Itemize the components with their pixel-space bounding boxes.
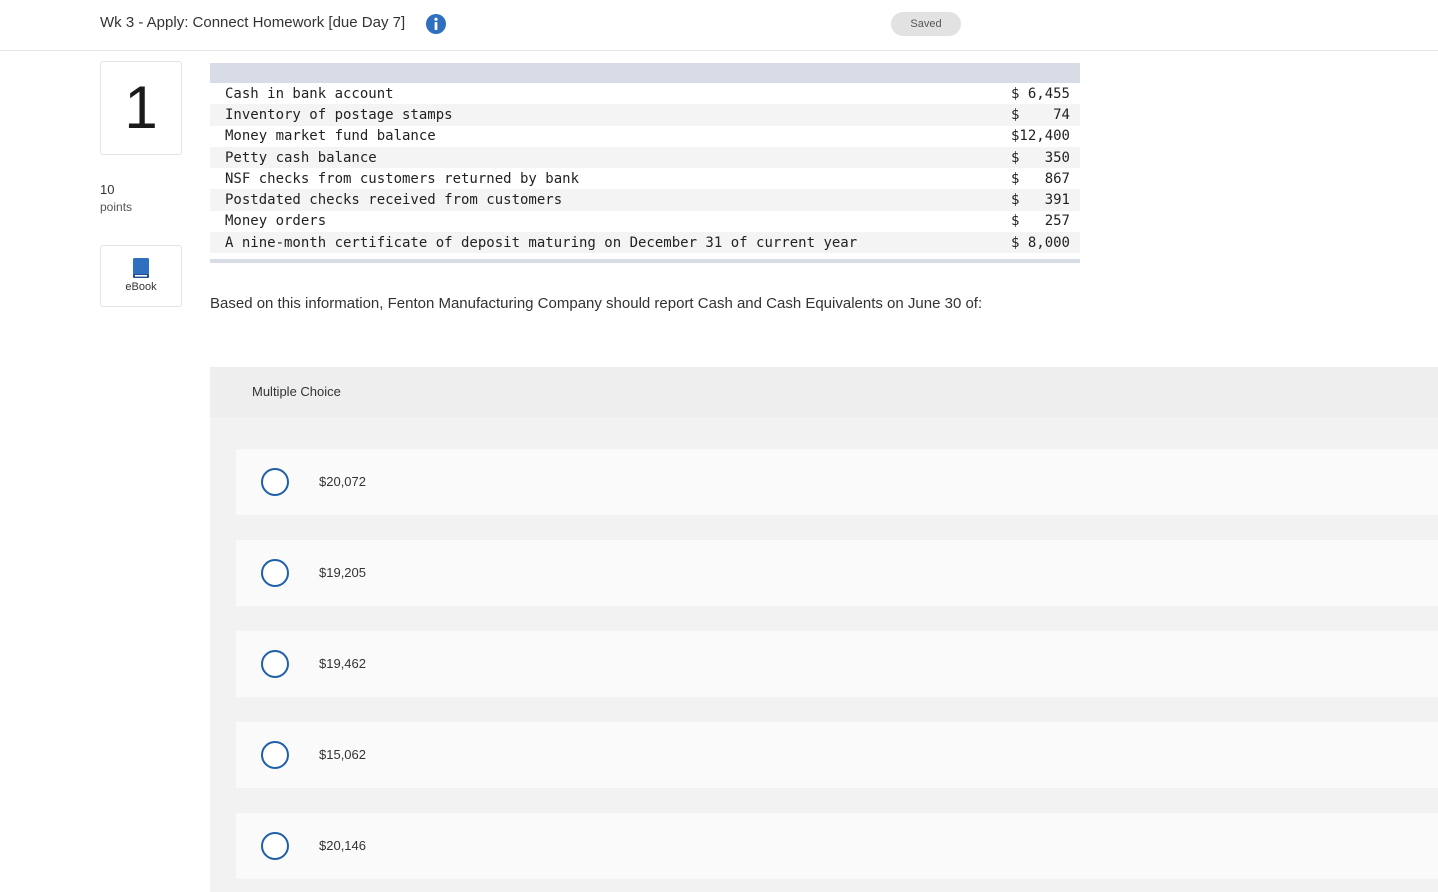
- info-icon[interactable]: [426, 14, 446, 34]
- question-prompt: Based on this information, Fenton Manufa…: [210, 295, 983, 312]
- table-row: Money market fund balance $12,400: [210, 125, 1080, 147]
- answer-option-label: $19,205: [319, 565, 366, 580]
- row-amount: $ 391: [1010, 192, 1070, 209]
- row-amount: $ 257: [1010, 213, 1070, 230]
- row-label: Inventory of postage stamps: [225, 106, 453, 123]
- ebook-label: eBook: [125, 281, 157, 293]
- radio-button[interactable]: [261, 741, 289, 769]
- answer-option[interactable]: $19,462: [236, 631, 1438, 697]
- radio-button[interactable]: [261, 650, 289, 678]
- points-value: 10: [100, 182, 115, 197]
- saved-status-badge: Saved: [891, 12, 961, 36]
- book-icon: [133, 258, 149, 278]
- row-label: Petty cash balance: [225, 149, 377, 166]
- row-label: Money market fund balance: [225, 128, 436, 145]
- row-label: NSF checks from customers returned by ba…: [225, 170, 580, 187]
- radio-button[interactable]: [261, 559, 289, 587]
- question-number-card: 1: [100, 61, 182, 155]
- row-amount: $ 350: [1010, 149, 1070, 166]
- ebook-button[interactable]: eBook: [100, 245, 182, 307]
- row-amount: $ 867: [1010, 170, 1070, 187]
- question-number: 1: [124, 74, 158, 141]
- row-amount: $ 6,455: [1010, 85, 1070, 102]
- row-amount: $12,400: [1010, 128, 1070, 145]
- multiple-choice-header: Multiple Choice: [210, 367, 1438, 417]
- radio-button[interactable]: [261, 468, 289, 496]
- table-row: Money orders $ 257: [210, 210, 1080, 233]
- answer-option-label: $20,146: [319, 838, 366, 853]
- table-row: A nine-month certificate of deposit matu…: [210, 232, 1080, 254]
- answer-option-label: $20,072: [319, 474, 366, 489]
- answer-option-label: $19,462: [319, 656, 366, 671]
- points-label: points: [100, 200, 133, 214]
- table-row: NSF checks from customers returned by ba…: [210, 168, 1080, 190]
- row-label: Cash in bank account: [225, 85, 394, 102]
- row-label: Postdated checks received from customers: [225, 192, 563, 209]
- multiple-choice-label: Multiple Choice: [252, 384, 341, 399]
- table-footer-bar: [210, 259, 1080, 264]
- answer-option[interactable]: $20,146: [236, 813, 1438, 879]
- table-row: Inventory of postage stamps $ 74: [210, 104, 1080, 126]
- answer-option[interactable]: $20,072: [236, 449, 1438, 515]
- row-label: Money orders: [225, 213, 327, 230]
- table-row: Postdated checks received from customers…: [210, 189, 1080, 211]
- answer-option-label: $15,062: [319, 747, 366, 762]
- row-amount: $ 74: [1010, 106, 1070, 123]
- table-body: Cash in bank account $ 6,455 Inventory o…: [210, 83, 1080, 254]
- table-row: Cash in bank account $ 6,455: [210, 83, 1080, 105]
- row-amount: $ 8,000: [1010, 234, 1070, 251]
- table-header-bar: [210, 63, 1080, 83]
- row-label: A nine-month certificate of deposit matu…: [225, 234, 858, 251]
- assignment-title: Wk 3 - Apply: Connect Homework [due Day …: [100, 14, 406, 31]
- radio-button[interactable]: [261, 832, 289, 860]
- account-balances-table: Cash in bank account $ 6,455 Inventory o…: [210, 63, 1080, 264]
- table-row: Petty cash balance $ 350: [210, 146, 1080, 169]
- top-bar: Wk 3 - Apply: Connect Homework [due Day …: [0, 0, 1438, 51]
- answer-option[interactable]: $15,062: [236, 722, 1438, 788]
- multiple-choice-panel: Multiple Choice $20,072 $19,205 $19,462 …: [210, 367, 1438, 892]
- answer-option[interactable]: $19,205: [236, 540, 1438, 606]
